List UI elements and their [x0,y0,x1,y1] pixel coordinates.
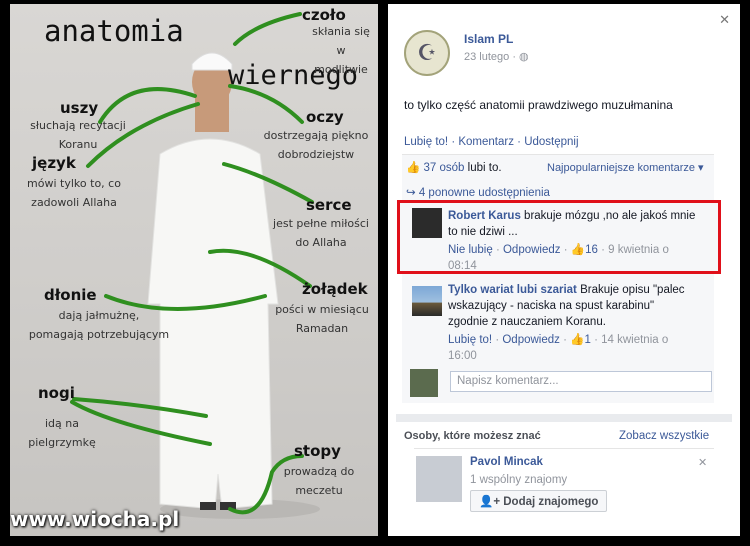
desc-nogi: idą na pielgrzymkę [28,417,96,449]
shares-summary: ↪ 4 ponowne udostępnienia [406,185,550,199]
avatar[interactable] [412,286,442,316]
label-dlonie: dłonie [44,286,97,304]
comment-text: Tylko wariat lubi szariat Brakuje opisu … [448,284,685,328]
comment-time[interactable]: 14 kwietnia o [601,334,668,346]
unlike-link[interactable]: Nie lubię [448,244,493,256]
comment-author-link[interactable]: Tylko wariat lubi szariat [448,284,577,296]
comment-author-link[interactable]: Robert Karus [448,210,521,222]
people-you-may-know-heading: Osoby, które możesz znać [404,430,541,442]
close-icon[interactable]: ✕ [719,12,730,28]
comment-link[interactable]: Komentarz [458,136,514,148]
label-zoladek: żołądek [302,280,368,298]
likes-count-link[interactable]: 37 osób [424,162,465,174]
comment-likes-count[interactable]: 16 [585,244,598,256]
like-link[interactable]: Lubię to! [404,136,448,148]
thumbs-up-icon: 👍 [570,244,586,256]
watermark: www.wiocha.pl [10,507,180,531]
sort-comments-dropdown[interactable]: Najpopularniejsze komentarze ▾ [547,161,704,174]
comment-input[interactable]: Napisz komentarz... [450,371,712,392]
desc-dlonie: dają jałmużnę, pomagają potrzebującym [28,309,170,341]
label-nogi: nogi [38,384,75,402]
infographic-image: anatomia wiernego czoło skłania się w mod… [10,4,378,536]
mutual-friends[interactable]: 1 wspólny znajomy [470,474,567,486]
label-stopy: stopy [294,442,341,460]
add-friend-icon: 👤+ [479,496,504,508]
post-actions: Lubię to! · Komentarz · Udostępnij [404,136,579,148]
likes-summary: 👍 37 osób lubi to. [406,162,502,174]
avatar[interactable] [412,208,442,238]
page-name-link[interactable]: Islam PL [464,32,513,46]
post-date[interactable]: 23 lutego · ◍ [464,50,529,63]
page-logo[interactable]: ☪ [404,30,450,76]
suggested-person-name[interactable]: Pavol Mincak [470,456,543,468]
title-anatomia: anatomia [44,14,184,48]
reply-link[interactable]: Odpowiedz [503,244,561,256]
like-link[interactable]: Lubię to! [448,334,492,346]
avatar[interactable] [416,456,462,502]
avatar [410,369,438,397]
desc-jezyk: mówi tylko to, co zadowoli Allaha [27,177,121,209]
label-serce: serce [306,196,352,214]
desc-zoladek: pości w miesiącu Ramadan [275,303,369,335]
label-uszy: uszy [60,99,99,117]
share-link[interactable]: Udostępnij [524,136,578,148]
see-all-link[interactable]: Zobacz wszystkie [619,430,709,442]
comment-time[interactable]: 9 kwietnia o [608,244,669,256]
thumbs-up-icon: 👍 [406,162,421,174]
post-text: to tylko część anatomii prawdziwego muzu… [404,98,673,112]
share-arrow-icon: ↪ [406,187,416,199]
label-oczy: oczy [306,108,344,126]
desc-czolo: skłania się w modlitwie [312,25,370,76]
comment-meta: Nie lubię · Odpowiedz · 👍16 · 9 kwietnia… [448,244,669,272]
globe-icon: ◍ [519,51,529,63]
dismiss-suggestion-icon[interactable]: ✕ [698,456,707,469]
reply-link[interactable]: Odpowiedz [502,334,560,346]
desc-serce: jest pełne miłości do Allaha [273,217,369,249]
add-friend-button[interactable]: 👤+ Dodaj znajomego [470,490,608,512]
facebook-post-panel: ✕ ☪ Islam PL 23 lutego · ◍ to tylko częś… [388,4,740,536]
desc-oczy: dostrzegają piękno dobrodziejstw [263,129,369,161]
shares-link[interactable]: 4 ponowne udostępnienia [419,187,550,199]
thumbs-up-icon: 👍 [570,334,585,346]
comment-meta: Lubię to! · Odpowiedz · 👍1 · 14 kwietnia… [448,334,669,362]
comment-text: Robert Karus brakuje mózgu ,no ale jakoś… [448,210,696,238]
label-jezyk: język [32,154,76,172]
desc-uszy: słuchają recytacji Koranu [30,119,126,151]
calligraphy-icon: ☪ [417,40,437,65]
divider [396,414,732,422]
desc-stopy: prowadzą do meczetu [283,465,355,497]
